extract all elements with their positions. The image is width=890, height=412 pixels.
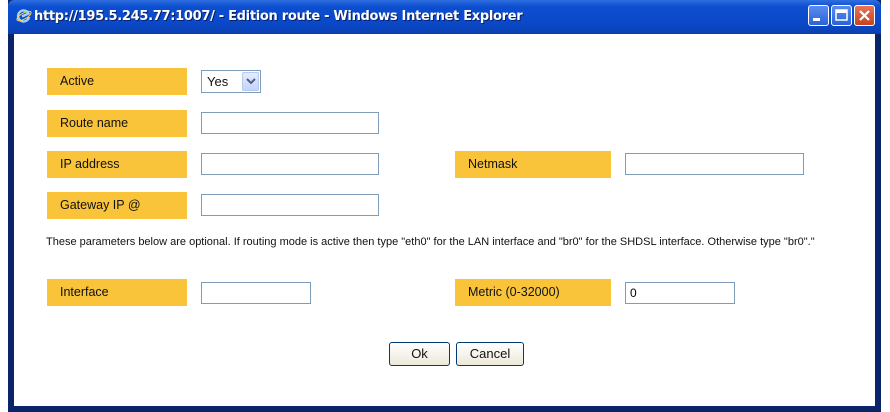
chevron-down-icon (246, 78, 256, 85)
route-name-label: Route name (47, 110, 187, 137)
window-title: http://195.5.245.77:1007/ - Edition rout… (34, 9, 523, 24)
interface-input[interactable] (201, 282, 311, 304)
ip-address-input[interactable] (201, 153, 379, 175)
title-bar[interactable]: http://195.5.245.77:1007/ - Edition rout… (8, 0, 881, 34)
select-dropdown-button[interactable] (242, 72, 259, 91)
route-name-input[interactable] (201, 112, 379, 134)
active-label: Active (47, 68, 187, 95)
maximize-button[interactable] (831, 5, 852, 26)
interface-label: Interface (47, 279, 187, 306)
browser-window: http://195.5.245.77:1007/ - Edition rout… (8, 0, 881, 412)
active-select[interactable]: Yes (201, 70, 261, 93)
metric-label: Metric (0-32000) (455, 279, 611, 306)
active-select-value: Yes (207, 74, 229, 89)
optional-parameters-note: These parameters below are optional. If … (46, 236, 815, 248)
gateway-input[interactable] (201, 194, 379, 216)
minimize-button[interactable] (808, 5, 829, 26)
netmask-input[interactable] (625, 153, 804, 175)
maximize-icon (835, 9, 848, 21)
cancel-button[interactable]: Cancel (456, 342, 524, 366)
ok-button[interactable]: Ok (389, 342, 450, 366)
netmask-label: Netmask (455, 151, 611, 178)
page-content: Active Yes Route name IP address Netmask… (14, 34, 875, 406)
minimize-icon (813, 18, 820, 21)
metric-input[interactable] (625, 282, 735, 304)
ip-address-label: IP address (47, 151, 187, 178)
gateway-label: Gateway IP @ (47, 192, 187, 219)
close-button[interactable] (854, 5, 875, 26)
ie-icon (16, 8, 32, 24)
close-icon (859, 10, 870, 21)
